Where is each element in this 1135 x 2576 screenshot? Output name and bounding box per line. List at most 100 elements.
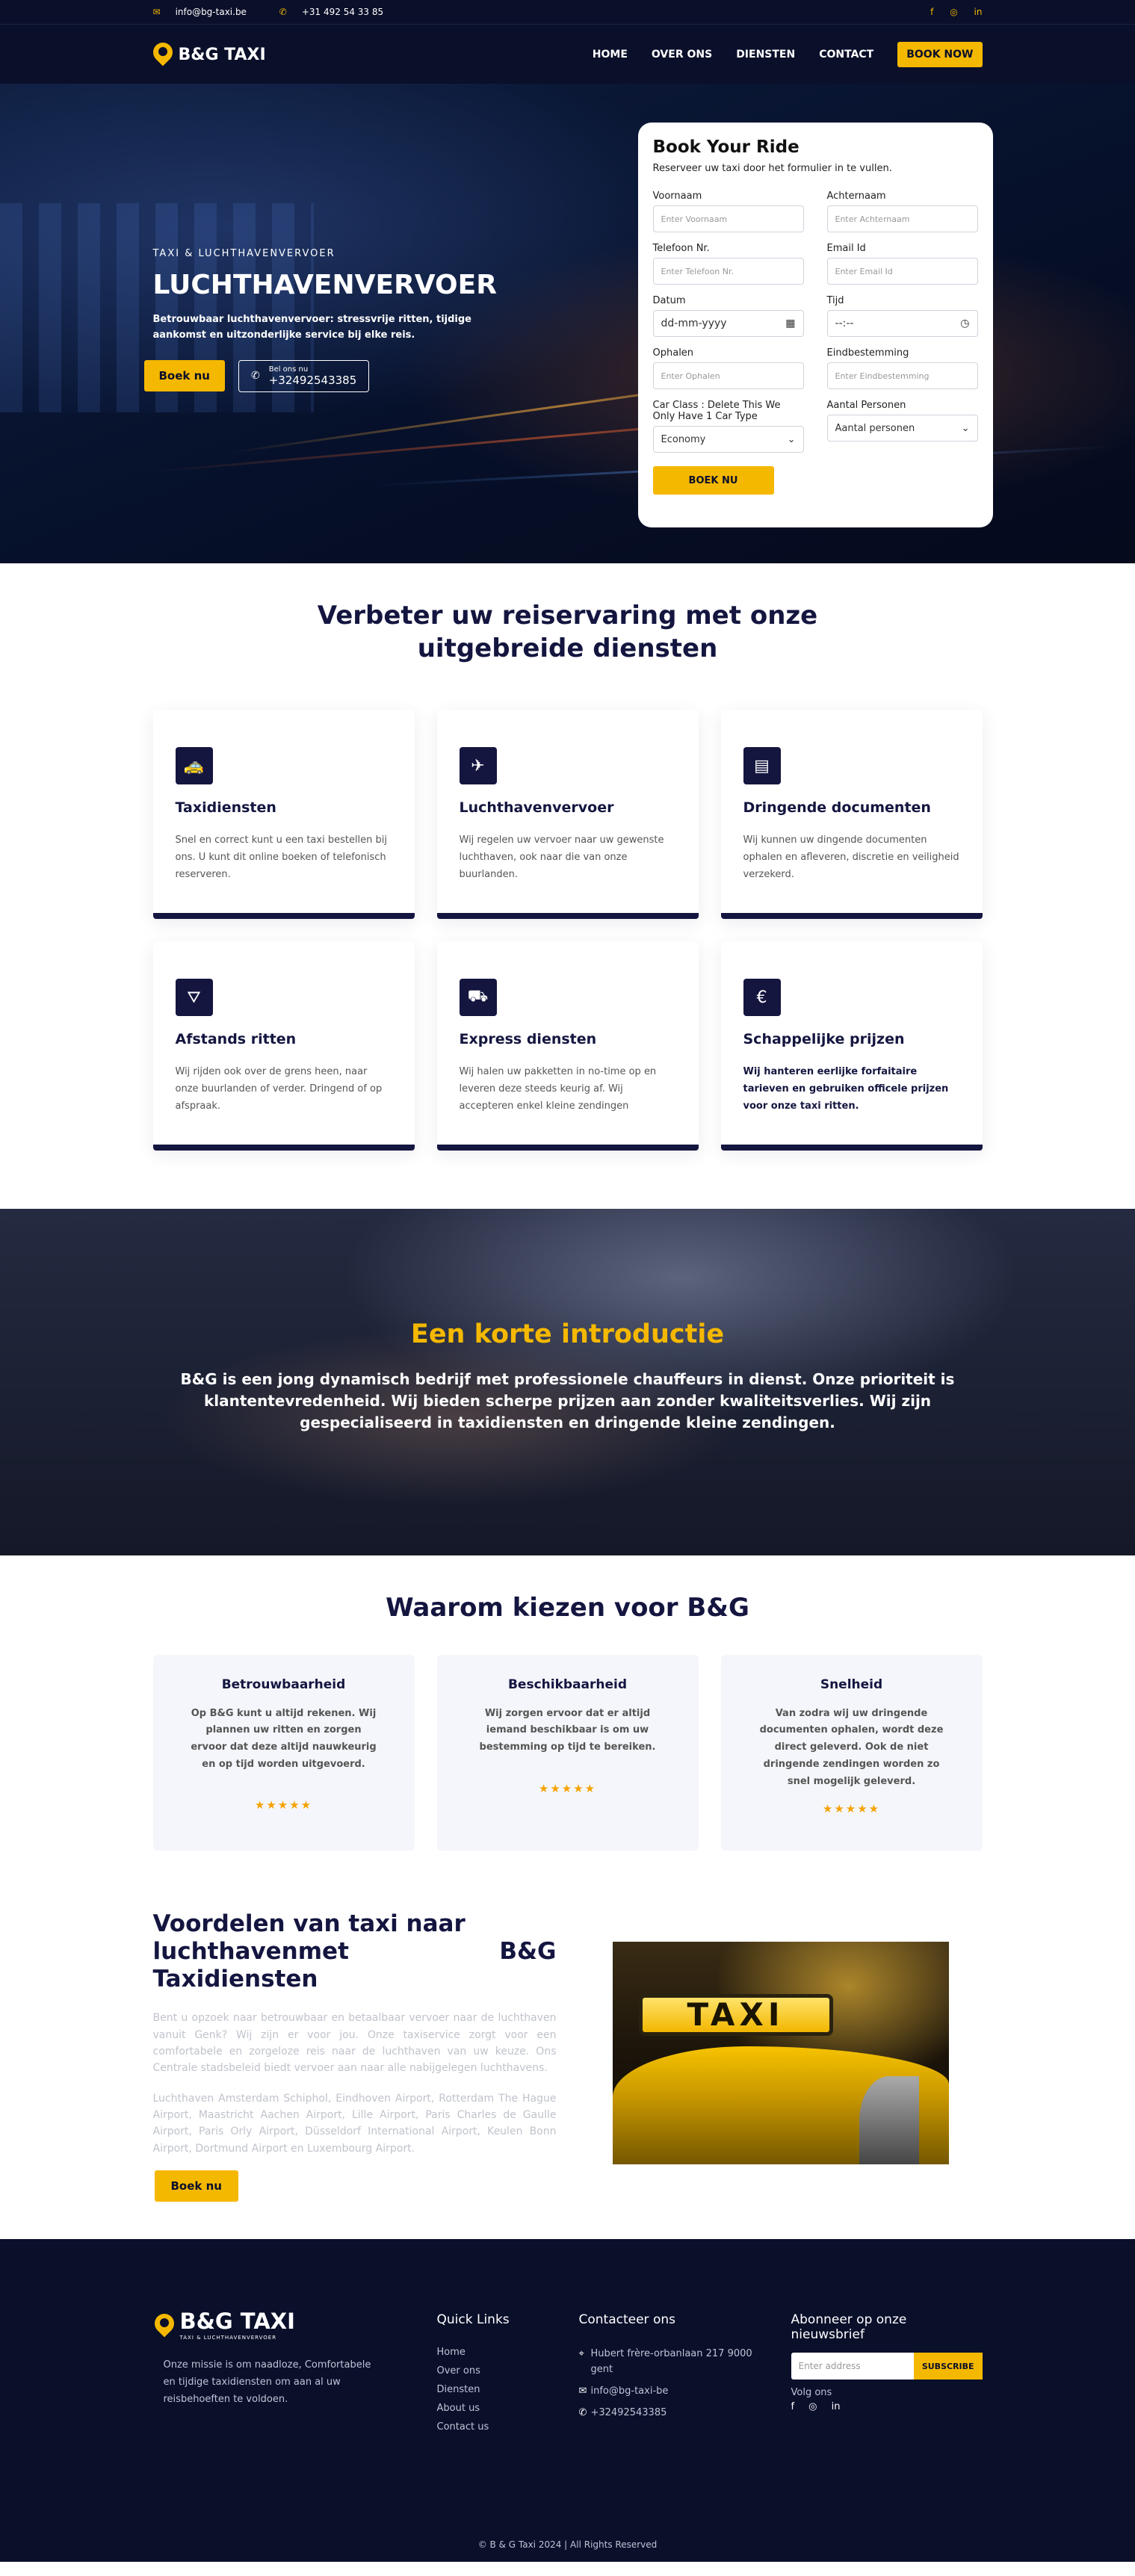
- destination-label: Eindbestemming: [826, 347, 909, 359]
- first-name-input[interactable]: Enter Voornaam: [652, 205, 804, 232]
- services-cards: 🚕 Taxidiensten Snel en correct kunt u ee…: [152, 710, 983, 1151]
- footer-link-home[interactable]: Home: [437, 2347, 579, 2358]
- copyright: © B & G Taxi 2024 | All Rights Reserved: [477, 2539, 658, 2551]
- pickup-label: Ophalen: [652, 347, 694, 359]
- hero-eyebrow: TAXI & LUCHTHAVENVERVOER: [152, 248, 335, 259]
- benefits-airports: Luchthaven Amsterdam Schiphol, Eindhoven…: [152, 2092, 557, 2155]
- service-title: Dringende documenten: [743, 799, 931, 817]
- footer-link-over-ons[interactable]: Over ons: [437, 2365, 579, 2377]
- car-icon: 🚕: [175, 747, 213, 785]
- hero-description: Betrouwbaar luchthavenvervoer: stressvri…: [152, 314, 472, 341]
- topbar-phone-text: +31 492 54 33 85: [301, 7, 384, 17]
- follow-label: Volg ons: [791, 2387, 832, 2399]
- truck-icon: ⛟: [459, 979, 497, 1017]
- service-card[interactable]: ✈ Luchthavenvervoer Wij regelen uw vervo…: [436, 710, 699, 920]
- linkedin-icon[interactable]: in: [974, 7, 983, 17]
- booking-subtitle: Reserveer uw taxi door het formulier in …: [652, 163, 892, 174]
- footer-email[interactable]: info@bg-taxi-be: [591, 2384, 669, 2400]
- phone-icon: ✆: [250, 370, 260, 383]
- topbar-email-text: info@bg-taxi.be: [175, 7, 247, 17]
- why-card-text: Op B&G kunt u altijd rekenen. Wij planne…: [191, 1707, 377, 1770]
- brand-logo[interactable]: B&G TAXI: [153, 43, 266, 66]
- nav-over-ons[interactable]: OVER ONS: [652, 49, 712, 61]
- date-input[interactable]: dd-mm-yyyy ▦: [652, 310, 804, 337]
- service-text: Wij rijden ook over de grens heen, naar …: [175, 1066, 383, 1112]
- destination-input[interactable]: Enter Eindbestemming: [826, 362, 978, 389]
- car-class-select[interactable]: Economy ⌄: [652, 426, 804, 453]
- benefits-book-button[interactable]: Boek nu: [154, 2170, 238, 2202]
- time-value: --:--: [835, 318, 854, 329]
- booking-submit-button[interactable]: BOEK NU: [652, 466, 774, 495]
- service-text: Wij regelen uw vervoer naar uw gewenste …: [459, 835, 664, 880]
- services-title: Verbeter uw reiservaring met onze uitgeb…: [153, 599, 983, 665]
- topbar-email[interactable]: ✉ info@bg-taxi.be: [153, 7, 262, 17]
- document-icon: ▤: [743, 747, 781, 785]
- why-card-title: Betrouwbaarheid: [221, 1676, 346, 1692]
- linkedin-icon[interactable]: in: [832, 2401, 841, 2412]
- star-rating-icon: ★★★★★: [538, 1781, 597, 1795]
- footer-brand: B&G TAXI: [179, 2309, 295, 2335]
- benefits-section: Voordelen van taxi naar luchthavenmet Ta…: [0, 1889, 1135, 2240]
- topbar-phone[interactable]: ✆ +31 492 54 33 85: [279, 7, 398, 17]
- service-title: Luchthavenvervoer: [459, 799, 614, 817]
- benefits-title: Voordelen van taxi naar luchthavenmet Ta…: [153, 1910, 557, 1994]
- nav-home[interactable]: HOME: [593, 49, 628, 61]
- passengers-value: Aantal personen: [835, 422, 915, 434]
- service-card[interactable]: € Schappelijke prijzen Wij hanteren eerl…: [720, 941, 983, 1151]
- instagram-icon[interactable]: ◎: [808, 2401, 817, 2412]
- service-card[interactable]: 🚕 Taxidiensten Snel en correct kunt u ee…: [152, 710, 415, 920]
- chevron-down-icon: ⌄: [787, 433, 796, 445]
- why-section: Waarom kiezen voor B&G Betrouwbaarheid O…: [0, 1555, 1135, 1889]
- mail-icon: ✉: [152, 7, 161, 17]
- service-card[interactable]: ⛟ Express diensten Wij halen uw pakkette…: [436, 941, 699, 1151]
- footer-link-about[interactable]: About us: [437, 2403, 579, 2414]
- last-name-input[interactable]: Enter Achternaam: [826, 205, 978, 232]
- car-class-label: Car Class : Delete This We Only Have 1 C…: [652, 400, 781, 422]
- email-input[interactable]: Enter Email Id: [826, 258, 978, 285]
- phone-input[interactable]: Enter Telefoon Nr.: [652, 258, 804, 285]
- why-card-text: Wij zorgen ervoor dat er altijd iemand b…: [479, 1707, 656, 1753]
- footer-logo[interactable]: B&G TAXI TAXI & LUCHTHAVENVERVOER: [155, 2311, 437, 2341]
- service-title: Taxidiensten: [175, 799, 276, 817]
- services-section: Verbeter uw reiservaring met onze uitgeb…: [0, 563, 1135, 1210]
- service-card[interactable]: ▤ Dringende documenten Wij kunnen uw din…: [720, 710, 983, 920]
- mail-icon: ✉: [578, 2385, 587, 2397]
- facebook-icon[interactable]: f: [930, 7, 933, 17]
- facebook-icon[interactable]: f: [791, 2401, 795, 2412]
- email-label: Email Id: [826, 243, 866, 254]
- footer-link-contact[interactable]: Contact us: [437, 2421, 579, 2433]
- airplane-icon: ✈: [459, 747, 497, 785]
- instagram-icon[interactable]: ◎: [950, 7, 957, 17]
- topbar-socials: f ◎ in: [917, 7, 982, 17]
- service-card[interactable]: ⛛ Afstands ritten Wij rijden ook over de…: [152, 941, 415, 1151]
- clock-icon[interactable]: ◷: [960, 318, 969, 329]
- nav-contact[interactable]: CONTACT: [819, 49, 873, 61]
- calendar-icon[interactable]: ▦: [785, 318, 795, 329]
- time-input[interactable]: --:-- ◷: [826, 310, 978, 337]
- contact-title: Contacteer ons: [578, 2312, 675, 2328]
- intro-title: Een korte introductie: [410, 1319, 725, 1350]
- nav-menu: HOME OVER ONS DIENSTEN CONTACT BOOK NOW: [569, 42, 983, 67]
- footer-phone[interactable]: +32492543385: [591, 2406, 667, 2421]
- benefits-paragraph: Bent u opzoek naar betrouwbaar en betaal…: [152, 2012, 557, 2075]
- phone-label: Telefoon Nr.: [652, 243, 710, 254]
- book-now-button[interactable]: BOOK NOW: [897, 42, 983, 67]
- booking-form: Book Your Ride Reserveer uw taxi door he…: [637, 123, 993, 527]
- footer-address: Hubert frère-orbanlaan 217 9000 gent: [590, 2348, 752, 2376]
- call-number: +32492543385: [268, 373, 357, 387]
- footer-link-diensten[interactable]: Diensten: [437, 2384, 579, 2395]
- call-label: Bel ons nu: [268, 365, 309, 374]
- why-card-text: Van zodra wij uw dringende documenten op…: [759, 1707, 944, 1787]
- nav-diensten[interactable]: DIENSTEN: [736, 49, 795, 61]
- date-label: Datum: [652, 295, 686, 306]
- hero-content: TAXI & LUCHTHAVENVERVOER LUCHTHAVENVERVO…: [143, 248, 542, 392]
- call-now-button[interactable]: ✆ Bel ons nu +32492543385: [238, 359, 370, 392]
- passengers-select[interactable]: Aantal personen ⌄: [826, 415, 978, 442]
- service-text: Wij kunnen uw dingende documenten ophale…: [743, 835, 959, 880]
- service-title: Express diensten: [459, 1031, 597, 1048]
- subscribe-button[interactable]: SUBSCRIBE: [913, 2353, 983, 2380]
- brand-name: B&G TAXI: [178, 45, 266, 64]
- hero-book-button[interactable]: Boek nu: [143, 360, 225, 392]
- pickup-input[interactable]: Enter Ophalen: [652, 362, 804, 389]
- newsletter-email-input[interactable]: Enter address: [791, 2353, 914, 2380]
